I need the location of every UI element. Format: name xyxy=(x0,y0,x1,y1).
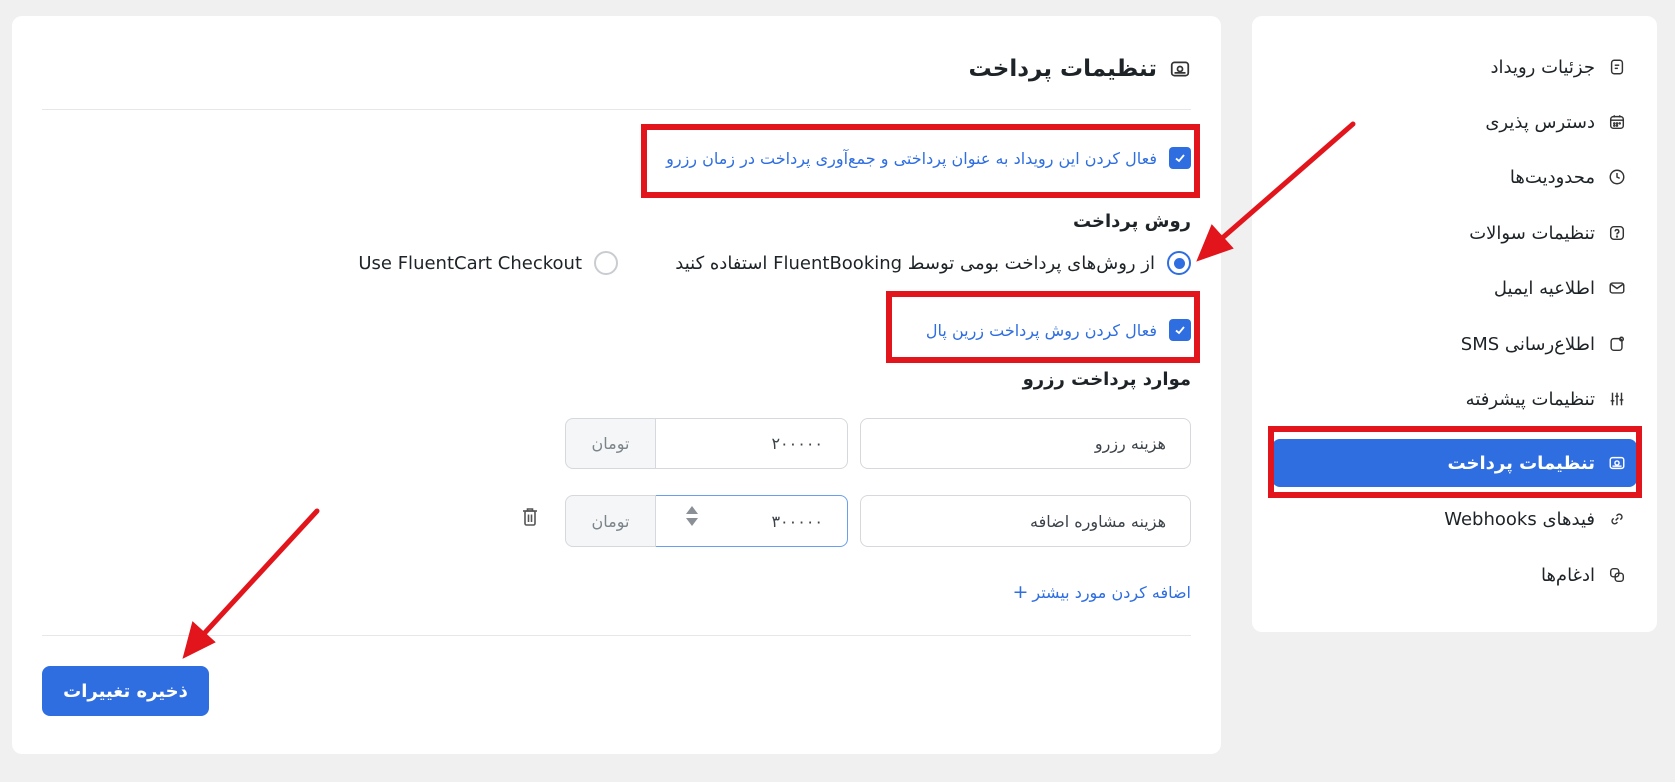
trash-icon[interactable] xyxy=(520,506,540,528)
sidebar-item-label: تنظیمات پیشرفته xyxy=(1465,388,1595,410)
item-name-input[interactable]: هزینه مشاوره اضافه xyxy=(860,495,1191,547)
sidebar-item-event-details[interactable]: جزئیات رویداد xyxy=(1490,43,1627,91)
currency-label: تومان xyxy=(565,495,656,547)
radio-selected-icon[interactable] xyxy=(1167,251,1191,275)
sidebar-item-integrations[interactable]: ادغام‌ها xyxy=(1541,551,1627,599)
settings-sidebar: جزئیات رویداد دسترس پذیری محدودیت‌ها تنظ… xyxy=(1252,16,1657,632)
clock-icon xyxy=(1607,167,1627,187)
mail-icon xyxy=(1607,278,1627,298)
sidebar-item-label: محدودیت‌ها xyxy=(1509,166,1595,188)
sidebar-item-label: دسترس پذیری xyxy=(1485,111,1595,133)
sidebar-item-webhooks[interactable]: فیدهای Webhooks xyxy=(1444,495,1627,543)
sidebar-item-label: فیدهای Webhooks xyxy=(1444,508,1595,530)
link-icon xyxy=(1607,509,1627,529)
method-native-radio[interactable]: از روش‌های پرداخت بومی توسط FluentBookin… xyxy=(675,251,1191,275)
calendar-icon xyxy=(1607,112,1627,132)
sidebar-item-limits[interactable]: محدودیت‌ها xyxy=(1510,153,1627,201)
document-icon xyxy=(1607,57,1627,77)
items-title: موارد پرداخت رزرو xyxy=(1022,369,1191,390)
payment-icon xyxy=(1169,58,1191,80)
sidebar-item-label: اطلاعیه ایمیل xyxy=(1493,277,1595,299)
number-stepper[interactable] xyxy=(686,506,698,526)
sidebar-item-label: ادغام‌ها xyxy=(1540,564,1595,586)
item-amount-input[interactable]: ۳۰۰۰۰۰ xyxy=(655,495,848,547)
save-button-label: ذخیره تغییرات xyxy=(63,680,188,702)
sliders-icon xyxy=(1607,389,1627,409)
payment-method-title: روش پرداخت xyxy=(1072,211,1191,232)
stepper-down-icon[interactable] xyxy=(686,518,698,526)
divider xyxy=(42,109,1191,110)
sidebar-item-advanced[interactable]: تنظیمات پیشرفته xyxy=(1466,375,1627,423)
sidebar-item-label: اطلاع‌رسانی SMS xyxy=(1460,333,1595,355)
divider xyxy=(42,635,1191,636)
currency-label: تومان xyxy=(565,418,656,469)
annotation-box-zarinpal xyxy=(886,291,1200,363)
annotation-box-sidebar-payment xyxy=(1268,426,1642,498)
sidebar-item-questions[interactable]: تنظیمات سوالات xyxy=(1469,209,1627,257)
add-more-item-link[interactable]: اضافه کردن مورد بیشتر+ xyxy=(1012,581,1191,603)
annotation-box-enable-payment xyxy=(641,124,1200,198)
radio-unselected-icon[interactable] xyxy=(594,251,618,275)
question-icon xyxy=(1607,223,1627,243)
sidebar-item-sms[interactable]: اطلاع‌رسانی SMS xyxy=(1461,320,1627,368)
item-amount-input[interactable]: ۲۰۰۰۰۰ xyxy=(655,418,848,469)
integration-icon xyxy=(1607,565,1627,585)
page-title-text: تنظیمات پرداخت xyxy=(968,56,1157,82)
method-fluentcart-label: Use FluentCart Checkout xyxy=(358,252,582,274)
page-title: تنظیمات پرداخت xyxy=(968,56,1191,82)
sidebar-item-label: تنظیمات سوالات xyxy=(1469,222,1595,244)
sidebar-item-email-notification[interactable]: اطلاعیه ایمیل xyxy=(1494,264,1627,312)
add-more-label: اضافه کردن مورد بیشتر xyxy=(1032,583,1191,602)
stepper-up-icon[interactable] xyxy=(686,506,698,514)
sidebar-item-label: جزئیات رویداد xyxy=(1490,56,1595,78)
plus-icon: + xyxy=(1012,581,1029,603)
sms-icon xyxy=(1607,334,1627,354)
sidebar-item-availability[interactable]: دسترس پذیری xyxy=(1485,98,1627,146)
method-fluentcart-radio[interactable]: Use FluentCart Checkout xyxy=(358,251,618,275)
method-native-label: از روش‌های پرداخت بومی توسط FluentBookin… xyxy=(675,252,1155,274)
save-changes-button[interactable]: ذخیره تغییرات xyxy=(42,666,209,716)
item-name-input[interactable]: هزینه رزرو xyxy=(860,418,1191,469)
